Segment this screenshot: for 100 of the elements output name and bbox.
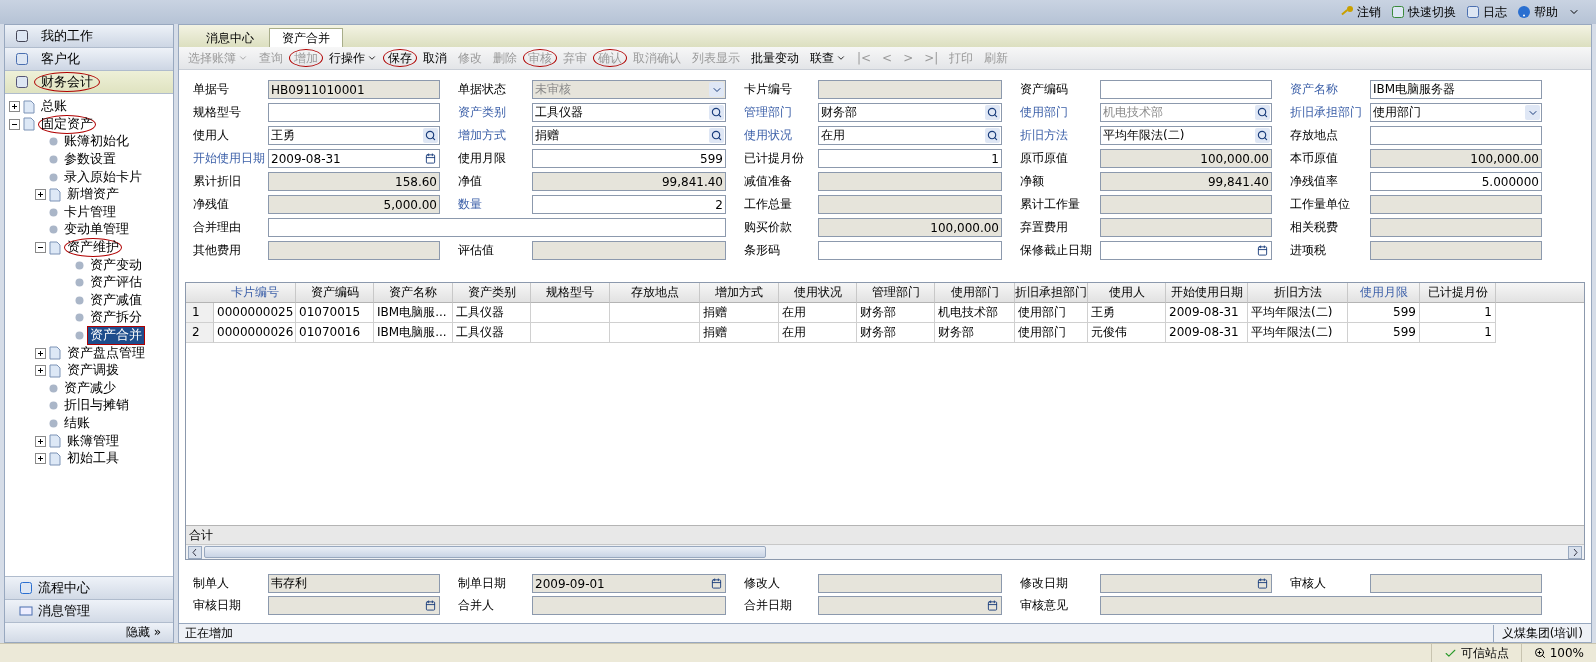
calendar-button[interactable] bbox=[709, 576, 724, 591]
minus-icon[interactable] bbox=[9, 118, 20, 130]
input-field[interactable] bbox=[1100, 80, 1272, 99]
input-field[interactable] bbox=[268, 241, 440, 260]
input-field[interactable] bbox=[818, 574, 1002, 593]
sidebar-section[interactable]: 我的工作 bbox=[5, 25, 173, 48]
toolbar-button[interactable]: 批量变动 bbox=[746, 49, 804, 67]
tree-item[interactable]: 折旧与摊销 bbox=[61, 396, 132, 416]
calendar-button[interactable] bbox=[423, 151, 438, 166]
horizontal-scrollbar[interactable] bbox=[186, 544, 1584, 559]
sidebar-section[interactable]: 客户化 bbox=[5, 48, 173, 71]
input-field[interactable]: 机电技术部 bbox=[1100, 103, 1272, 122]
search-button[interactable] bbox=[709, 128, 724, 143]
sidebar-section[interactable]: 财务会计 bbox=[5, 71, 173, 94]
input-field[interactable] bbox=[1370, 126, 1542, 145]
input-field[interactable] bbox=[818, 80, 1002, 99]
tree-item[interactable]: 账簿初始化 bbox=[61, 132, 132, 152]
tree-item[interactable]: 参数设置 bbox=[61, 150, 119, 170]
input-field[interactable] bbox=[818, 596, 1002, 615]
input-field[interactable]: 1 bbox=[818, 149, 1002, 168]
column-header[interactable]: 管理部门 bbox=[857, 283, 935, 303]
column-header[interactable]: 折旧承担部门 bbox=[1015, 283, 1088, 303]
hide-button[interactable]: 隐藏 » bbox=[5, 622, 173, 642]
search-button[interactable] bbox=[985, 105, 1000, 120]
search-button[interactable] bbox=[985, 128, 1000, 143]
input-field[interactable]: 捐赠 bbox=[532, 126, 726, 145]
plus-icon[interactable] bbox=[9, 101, 20, 113]
input-field[interactable] bbox=[1100, 241, 1272, 260]
tree-item[interactable]: 资产合并 bbox=[87, 326, 145, 345]
column-header[interactable]: 开始使用日期 bbox=[1166, 283, 1248, 303]
search-button[interactable] bbox=[709, 105, 724, 120]
toolbar-button[interactable]: 取消 bbox=[418, 49, 452, 67]
top-link[interactable]: 帮助 bbox=[1517, 3, 1558, 21]
tree-item[interactable]: 资产减少 bbox=[61, 378, 119, 398]
input-field[interactable] bbox=[1100, 574, 1272, 593]
tree-item[interactable]: 资产变动 bbox=[87, 255, 145, 275]
plus-icon[interactable] bbox=[35, 435, 46, 447]
toolbar-button[interactable]: 联查 bbox=[805, 49, 851, 67]
input-field[interactable]: 99,841.40 bbox=[1100, 172, 1272, 191]
input-field[interactable] bbox=[268, 218, 726, 237]
input-field[interactable]: 2009-08-31 bbox=[268, 149, 440, 168]
input-field[interactable]: 599 bbox=[532, 149, 726, 168]
input-field[interactable] bbox=[818, 195, 1002, 214]
tree-item[interactable]: 卡片管理 bbox=[61, 202, 119, 222]
input-field[interactable]: IBM电脑服务器 bbox=[1370, 80, 1542, 99]
column-header[interactable]: 存放地点 bbox=[610, 283, 700, 303]
calendar-button[interactable] bbox=[1255, 576, 1270, 591]
calendar-button[interactable] bbox=[423, 598, 438, 613]
input-field[interactable] bbox=[532, 241, 726, 260]
plus-icon[interactable] bbox=[35, 365, 46, 377]
input-field[interactable]: 100,000.00 bbox=[818, 218, 1002, 237]
minus-icon[interactable] bbox=[35, 242, 46, 254]
input-field[interactable] bbox=[818, 172, 1002, 191]
top-link[interactable]: 日志 bbox=[1466, 3, 1507, 21]
input-field[interactable]: HB0911010001 bbox=[268, 80, 440, 99]
input-field[interactable]: 5.000000 bbox=[1370, 172, 1542, 191]
tree-item[interactable]: 初始工具 bbox=[64, 449, 122, 469]
column-header[interactable]: 卡片编号 bbox=[214, 283, 296, 303]
input-field[interactable] bbox=[1370, 195, 1542, 214]
column-header[interactable]: 使用人 bbox=[1088, 283, 1166, 303]
tree-item[interactable]: 结账 bbox=[61, 414, 93, 433]
column-header[interactable]: 资产编码 bbox=[296, 283, 374, 303]
input-field[interactable]: 99,841.40 bbox=[532, 172, 726, 191]
tree-item[interactable]: 录入原始卡片 bbox=[61, 167, 145, 187]
scroll-left-icon[interactable] bbox=[188, 545, 202, 559]
input-field[interactable]: 韦存利 bbox=[268, 574, 440, 593]
input-field[interactable] bbox=[1100, 218, 1272, 237]
tree-item[interactable]: 资产调拨 bbox=[64, 361, 122, 381]
column-header[interactable]: 使用部门 bbox=[935, 283, 1015, 303]
tab[interactable]: 资产合并 bbox=[269, 28, 343, 47]
input-field[interactable]: 158.60 bbox=[268, 172, 440, 191]
plus-icon[interactable] bbox=[35, 453, 46, 465]
input-field[interactable]: 平均年限法(二) bbox=[1100, 126, 1272, 145]
dropdown-button[interactable] bbox=[709, 82, 724, 97]
input-field[interactable] bbox=[1370, 241, 1542, 260]
column-header[interactable]: 增加方式 bbox=[700, 283, 779, 303]
tab[interactable]: 消息中心 bbox=[193, 28, 267, 47]
search-button[interactable] bbox=[1255, 105, 1270, 120]
input-field[interactable]: 王勇 bbox=[268, 126, 440, 145]
input-field[interactable] bbox=[1100, 195, 1272, 214]
input-field[interactable] bbox=[268, 596, 440, 615]
input-field[interactable]: 2 bbox=[532, 195, 726, 214]
zoom-level[interactable]: 100% bbox=[1520, 644, 1596, 662]
column-header[interactable]: 资产名称 bbox=[374, 283, 453, 303]
input-field[interactable]: 在用 bbox=[818, 126, 1002, 145]
input-field[interactable] bbox=[818, 241, 1002, 260]
input-field[interactable]: 100,000.00 bbox=[1370, 149, 1542, 168]
calendar-button[interactable] bbox=[985, 598, 1000, 613]
input-field[interactable] bbox=[1370, 218, 1542, 237]
dropdown-button[interactable] bbox=[1525, 105, 1540, 120]
input-field[interactable]: 100,000.00 bbox=[1100, 149, 1272, 168]
column-header[interactable]: 资产类别 bbox=[453, 283, 531, 303]
tree-item[interactable]: 账簿管理 bbox=[64, 431, 122, 451]
plus-icon[interactable] bbox=[35, 189, 46, 201]
top-link[interactable]: 注销 bbox=[1340, 3, 1381, 21]
input-field[interactable] bbox=[268, 103, 440, 122]
input-field[interactable]: 5,000.00 bbox=[268, 195, 440, 214]
tree-item[interactable]: 变动单管理 bbox=[61, 220, 132, 240]
tree-item[interactable]: 资产减值 bbox=[87, 290, 145, 310]
tree-item[interactable]: 资产评估 bbox=[87, 273, 145, 293]
